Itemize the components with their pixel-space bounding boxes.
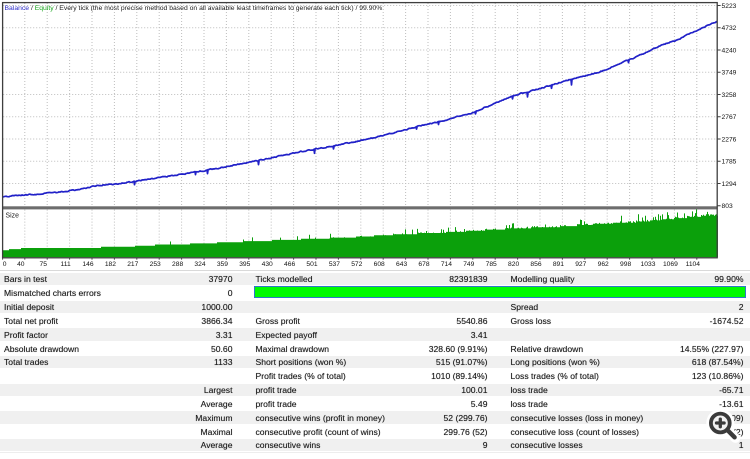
svg-text:820: 820 (508, 261, 519, 266)
svg-text:643: 643 (396, 261, 407, 266)
svg-text:4732: 4732 (722, 25, 737, 32)
svg-text:3749: 3749 (722, 70, 737, 77)
svg-text:288: 288 (172, 261, 183, 266)
svg-text:1069: 1069 (663, 261, 678, 266)
svg-text:572: 572 (351, 261, 362, 266)
svg-text:217: 217 (127, 261, 138, 266)
svg-text:856: 856 (530, 261, 541, 266)
svg-text:962: 962 (598, 261, 609, 266)
svg-text:678: 678 (418, 261, 429, 266)
svg-text:395: 395 (239, 261, 250, 266)
svg-text:5223: 5223 (722, 3, 737, 10)
svg-text:537: 537 (329, 261, 340, 266)
svg-text:0: 0 (3, 261, 7, 266)
svg-text:40: 40 (17, 261, 25, 266)
svg-text:2767: 2767 (722, 114, 737, 121)
svg-text:927: 927 (575, 261, 586, 266)
svg-text:1033: 1033 (641, 261, 656, 266)
svg-text:324: 324 (194, 261, 205, 266)
svg-text:501: 501 (306, 261, 317, 266)
svg-text:1104: 1104 (686, 261, 701, 266)
svg-text:714: 714 (441, 261, 452, 266)
svg-text:785: 785 (486, 261, 497, 266)
svg-text:608: 608 (374, 261, 385, 266)
svg-text:1785: 1785 (722, 159, 737, 166)
svg-text:75: 75 (39, 261, 47, 266)
svg-text:1294: 1294 (722, 181, 737, 188)
svg-text:2276: 2276 (722, 136, 737, 143)
svg-text:Size: Size (6, 213, 20, 220)
svg-text:146: 146 (82, 261, 93, 266)
svg-text:803: 803 (722, 203, 733, 210)
svg-text:359: 359 (217, 261, 228, 266)
svg-text:891: 891 (553, 261, 564, 266)
svg-text:466: 466 (284, 261, 295, 266)
svg-text:182: 182 (105, 261, 116, 266)
svg-text:3258: 3258 (722, 92, 737, 99)
svg-text:Balance / Equity / Every tick: Balance / Equity / Every tick (the most … (5, 5, 383, 12)
svg-text:4240: 4240 (722, 47, 737, 54)
svg-text:430: 430 (262, 261, 273, 266)
svg-text:111: 111 (61, 261, 71, 266)
svg-text:998: 998 (620, 261, 631, 266)
svg-text:749: 749 (463, 261, 474, 266)
svg-text:253: 253 (150, 261, 161, 266)
